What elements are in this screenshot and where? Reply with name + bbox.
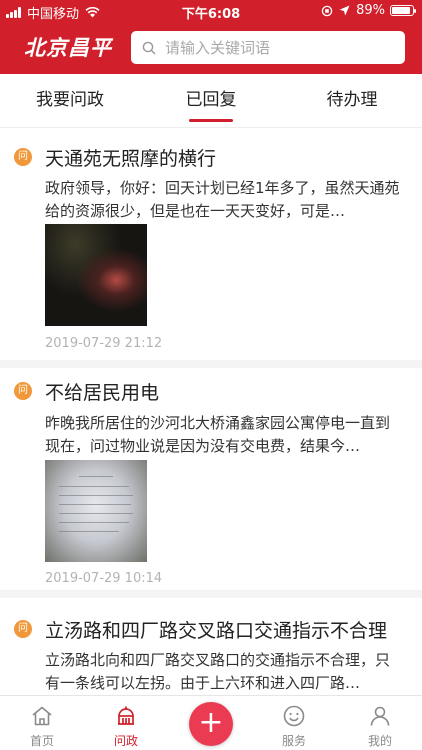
smile-icon bbox=[283, 705, 305, 727]
battery-icon bbox=[390, 5, 416, 16]
post-time: 2019-07-29 10:14 bbox=[45, 571, 163, 586]
status-bar: 中国移动 下午6:08 89% bbox=[0, 0, 422, 22]
question-badge-icon: 问 bbox=[14, 620, 32, 638]
tab-label: 已回复 bbox=[185, 90, 237, 110]
tab-bar: 我要问政 已回复 待办理 bbox=[0, 74, 422, 128]
nav-label: 服务 bbox=[281, 734, 306, 748]
tab-replied[interactable]: 已回复 bbox=[141, 74, 281, 128]
search-icon bbox=[142, 41, 156, 55]
post-photo[interactable] bbox=[45, 224, 147, 326]
tab-pending[interactable]: 待办理 bbox=[282, 74, 422, 128]
app-header: 中国移动 下午6:08 89% 北京昌平 请输入关键词语 bbox=[0, 0, 422, 74]
active-tab-indicator bbox=[189, 119, 233, 122]
nav-label: 首页 bbox=[29, 734, 54, 748]
battery-percent: 89% bbox=[356, 3, 385, 18]
question-badge-icon: 问 bbox=[14, 382, 32, 400]
post-title: 立汤路和四厂路交叉路口交通指示不合理 bbox=[45, 620, 388, 642]
orientation-lock-icon bbox=[321, 5, 333, 16]
tab-label: 我要问政 bbox=[36, 90, 104, 110]
nav-service[interactable]: 服务 bbox=[252, 696, 336, 750]
nav-wenzheng[interactable]: 问政 bbox=[84, 696, 168, 750]
post-summary: 立汤路北向和四厂路交叉路口的交通指示不合理，只有一条线可以左拐。由于上六环和进入… bbox=[45, 651, 391, 692]
post-time: 2019-07-29 21:12 bbox=[45, 336, 163, 351]
post-summary: 政府领导，你好：回天计划已经1年多了，虽然天通苑给的资源很少，但是也在一天天变好… bbox=[45, 179, 400, 220]
post-title: 不给居民用电 bbox=[45, 382, 160, 404]
nav-label: 我的 bbox=[367, 734, 392, 748]
building-icon bbox=[118, 706, 134, 725]
post-item[interactable]: 问 天通苑无照摩的横行 政府领导，你好：回天计划已经1年多了，虽然天通苑给的资源… bbox=[0, 128, 422, 368]
user-icon bbox=[370, 706, 390, 726]
post-summary: 昨晚我所居住的沙河北大桥涌鑫家园公寓停电一直到现在，问过物业说是因为没有交电费，… bbox=[45, 414, 391, 455]
tab-label: 待办理 bbox=[326, 90, 378, 110]
search-placeholder: 请输入关键词语 bbox=[165, 39, 271, 57]
new-question-plus-button[interactable]: + bbox=[189, 702, 233, 746]
post-title: 天通苑无照摩的横行 bbox=[45, 148, 217, 170]
nav-home[interactable]: 首页 bbox=[0, 696, 84, 750]
app-logo: 北京昌平 bbox=[24, 36, 112, 60]
post-item[interactable]: 问 不给居民用电 昨晚我所居住的沙河北大桥涌鑫家园公寓停电一直到现在，问过物业说… bbox=[0, 368, 422, 598]
home-icon bbox=[32, 706, 52, 726]
search-bar[interactable]: 请输入关键词语 bbox=[131, 31, 405, 64]
nav-mine[interactable]: 我的 bbox=[338, 696, 422, 750]
nav-label: 问政 bbox=[113, 734, 138, 748]
tab-ask[interactable]: 我要问政 bbox=[0, 74, 140, 128]
post-item[interactable]: 问 立汤路和四厂路交叉路口交通指示不合理 立汤路北向和四厂路交叉路口的交通指示不… bbox=[0, 598, 422, 708]
location-arrow-icon bbox=[339, 5, 350, 16]
post-photo[interactable] bbox=[45, 460, 147, 562]
status-right: 89% bbox=[321, 3, 416, 18]
question-badge-icon: 问 bbox=[14, 148, 32, 166]
